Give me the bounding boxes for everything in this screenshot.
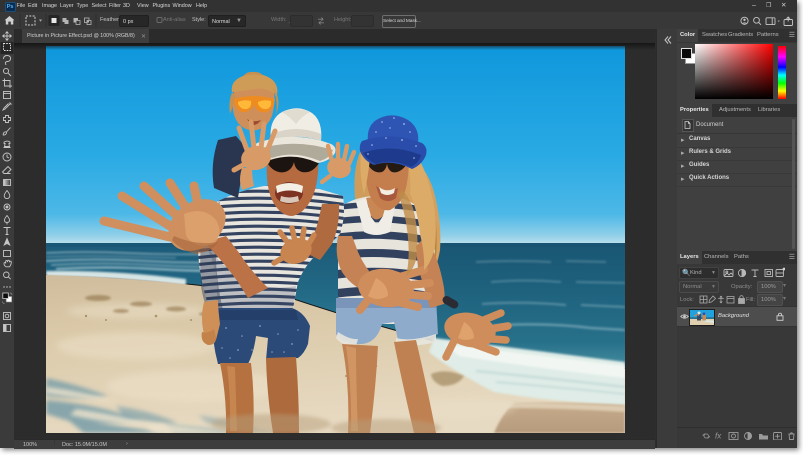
svg-text:fx: fx — [715, 432, 722, 441]
